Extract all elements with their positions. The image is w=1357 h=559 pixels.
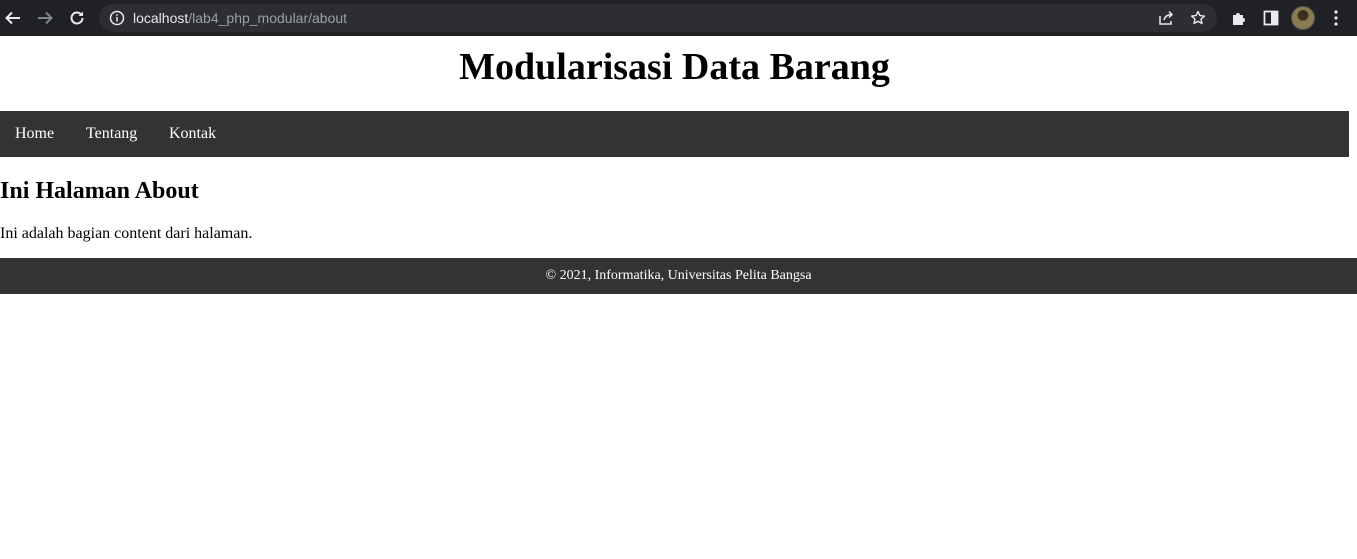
menu-kebab-icon[interactable] [1326,8,1346,28]
url-text[interactable]: localhost/lab4_php_modular/about [133,4,347,32]
reload-icon[interactable] [65,6,89,30]
bookmark-star-icon[interactable] [1190,10,1206,26]
site-title: Modularisasi Data Barang [459,46,890,88]
page-heading: Ini Halaman About [0,178,199,204]
side-panel-icon[interactable] [1261,8,1281,28]
site-info-icon[interactable] [109,10,125,26]
back-arrow-icon[interactable] [1,6,25,30]
nav-link-kontak[interactable]: Kontak [169,111,216,157]
content-paragraph: Ini adalah bagian content dari halaman. [0,225,253,242]
nav-link-home[interactable]: Home [15,111,54,157]
nav-link-tentang[interactable]: Tentang [86,111,137,157]
browser-toolbar: localhost/lab4_php_modular/about [0,0,1357,36]
footer-text: © 2021, Informatika, Universitas Pelita … [545,268,812,283]
extensions-icon[interactable] [1229,8,1249,28]
page-footer: © 2021, Informatika, Universitas Pelita … [0,258,1357,294]
share-icon[interactable] [1158,10,1174,26]
main-navbar: Home Tentang Kontak [0,111,1349,157]
forward-arrow-icon[interactable] [33,6,57,30]
address-bar[interactable]: localhost/lab4_php_modular/about [99,4,1217,32]
profile-avatar[interactable] [1291,6,1315,30]
